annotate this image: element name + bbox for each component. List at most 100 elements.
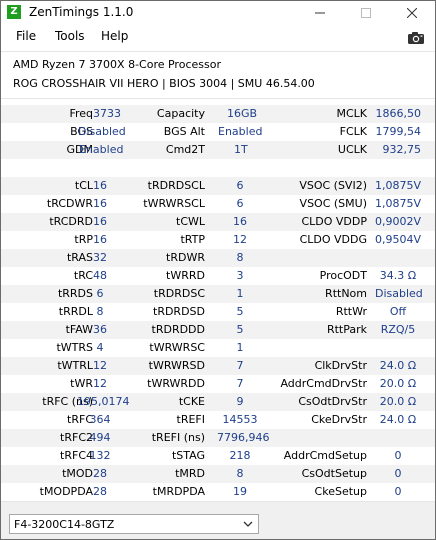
bottom-bar: F4-3200C14-8GTZ	[1, 501, 435, 539]
table-row: tMOD 28 tMRD 8 CsOdtSetup 0	[1, 465, 435, 483]
camera-icon	[408, 32, 424, 44]
timing-label: tWRWRSCL	[143, 197, 205, 210]
timing-label: tWRWRSD	[148, 359, 205, 372]
fclk-label: FCLK	[339, 125, 367, 138]
timing-label: tREFI (ns)	[151, 431, 205, 444]
profile-select[interactable]: F4-3200C14-8GTZ	[9, 514, 259, 534]
timing-value: 14553	[222, 413, 258, 426]
timing-value: RZQ/5	[380, 323, 416, 336]
timing-value: 0,9002V	[375, 215, 422, 228]
spacer-row	[1, 159, 435, 177]
maximize-icon	[361, 8, 371, 18]
timing-value: 24.0 Ω	[379, 359, 417, 372]
timing-label: tCKE	[178, 395, 205, 408]
timing-value: 32	[93, 251, 107, 264]
timing-label: ClkDrvStr	[314, 359, 367, 372]
timings-table: Freq 3733 Capacity 16GB MCLK 1866,50 BGS…	[1, 105, 435, 501]
timing-value: 34.3 Ω	[379, 269, 417, 282]
table-row: tRCDWR 16 tWRWRSCL 6 VSOC (SMU) 1,0875V	[1, 195, 435, 213]
timing-value: 8	[236, 467, 244, 480]
timing-value: 16	[93, 215, 107, 228]
timing-label: AddrCmdDrvStr	[280, 377, 367, 390]
timing-value: 20.0 Ω	[379, 395, 417, 408]
timing-value: 0,9504V	[375, 233, 422, 246]
table-row: tMODPDA 28 tMRDPDA 19 CkeSetup 0	[1, 483, 435, 501]
table-row: BGS Disabled BGS Alt Enabled FCLK 1799,5…	[1, 123, 435, 141]
table-row: tWTRS 4 tWRWRSC 1	[1, 339, 435, 357]
bgs-value: Disabled	[78, 125, 126, 138]
close-button[interactable]	[389, 1, 435, 25]
timing-label: CsOdtSetup	[301, 467, 367, 480]
minimize-icon	[315, 12, 325, 14]
bgs-alt-value: Enabled	[218, 125, 263, 138]
table-row: tRFC4 132 tSTAG 218 AddrCmdSetup 0	[1, 447, 435, 465]
timing-value: 16	[93, 197, 107, 210]
timing-value: 8	[236, 251, 244, 264]
timing-label: tRDRDSD	[153, 305, 205, 318]
table-row: tRRDL 8 tRDRDSD 5 RttWr Off	[1, 303, 435, 321]
timing-value: Disabled	[375, 287, 423, 300]
title-bar[interactable]: Z ZenTimings 1.1.0	[1, 1, 435, 25]
timing-value: 195,0174	[77, 395, 130, 408]
minimize-button[interactable]	[297, 1, 343, 25]
timing-value: 7	[236, 377, 244, 390]
timing-label: tREFI	[176, 413, 205, 426]
fclk-value: 1799,54	[375, 125, 422, 138]
table-row: Freq 3733 Capacity 16GB MCLK 1866,50	[1, 105, 435, 123]
timing-value: 5	[236, 323, 244, 336]
timing-label: CLDO VDDG	[299, 233, 367, 246]
timing-label: tWRWRSC	[149, 341, 205, 354]
window-title: ZenTimings 1.1.0	[29, 5, 134, 19]
table-row: tRCDRD 16 tCWL 16 CLDO VDDP 0,9002V	[1, 213, 435, 231]
timing-value: 0	[394, 449, 402, 462]
timing-label: CkeDrvStr	[311, 413, 367, 426]
timing-label: RttNom	[325, 287, 367, 300]
menu-tools[interactable]: Tools	[55, 29, 85, 43]
timing-value: Off	[389, 305, 407, 318]
timing-value: 12	[93, 377, 107, 390]
timing-label: tCWL	[176, 215, 205, 228]
timing-label: VSOC (SVI2)	[299, 179, 367, 192]
timing-value: 19	[233, 485, 247, 498]
system-info-panel: AMD Ryzen 7 3700X 8-Core Processor ROG C…	[1, 51, 435, 99]
table-row: tRAS 32 tRDWR 8	[1, 249, 435, 267]
mclk-label: MCLK	[336, 107, 367, 120]
timing-value: 132	[89, 449, 111, 462]
timing-value: 6	[236, 179, 244, 192]
mclk-value: 1866,50	[375, 107, 422, 120]
menu-file[interactable]: File	[16, 29, 36, 43]
timing-value: 6	[236, 197, 244, 210]
timing-value: 1,0875V	[375, 197, 422, 210]
chevron-down-icon	[243, 521, 253, 527]
timing-value: 20.0 Ω	[379, 377, 417, 390]
timing-value: 16	[93, 233, 107, 246]
bgs-alt-label: BGS Alt	[163, 125, 205, 138]
timing-value: 48	[93, 269, 107, 282]
timing-label: tRDWR	[166, 251, 205, 264]
timing-label: CsOdtDrvStr	[298, 395, 367, 408]
maximize-button[interactable]	[343, 1, 389, 25]
freq-label: Freq	[69, 107, 93, 120]
timing-label: ProcODT	[319, 269, 367, 282]
timing-value: 0	[394, 467, 402, 480]
timing-label: AddrCmdSetup	[283, 449, 367, 462]
timing-label: RttWr	[335, 305, 367, 318]
timing-value: 8	[96, 305, 104, 318]
table-row: GDM Enabled Cmd2T 1T UCLK 932,75	[1, 141, 435, 159]
timing-label: CkeSetup	[314, 485, 367, 498]
menu-help[interactable]: Help	[101, 29, 128, 43]
timing-value: 36	[93, 323, 107, 336]
gdm-value: Enabled	[79, 143, 124, 156]
table-row: tRFC 364 tREFI 14553 CkeDrvStr 24.0 Ω	[1, 411, 435, 429]
timing-value: 1	[236, 341, 244, 354]
screenshot-button[interactable]	[407, 31, 425, 45]
timing-value: 364	[89, 413, 111, 426]
timing-value: 16	[233, 215, 247, 228]
timing-value: 4	[96, 341, 104, 354]
freq-value: 3733	[93, 107, 121, 120]
profile-select-value: F4-3200C14-8GTZ	[14, 518, 115, 531]
table-row: tRC 48 tWRRD 3 ProcODT 34.3 Ω	[1, 267, 435, 285]
table-row: tRFC (ns) 195,0174 tCKE 9 CsOdtDrvStr 20.0 Ω	[1, 393, 435, 411]
cmd2t-value: 1T	[234, 143, 248, 156]
timing-label: tMRD	[175, 467, 205, 480]
